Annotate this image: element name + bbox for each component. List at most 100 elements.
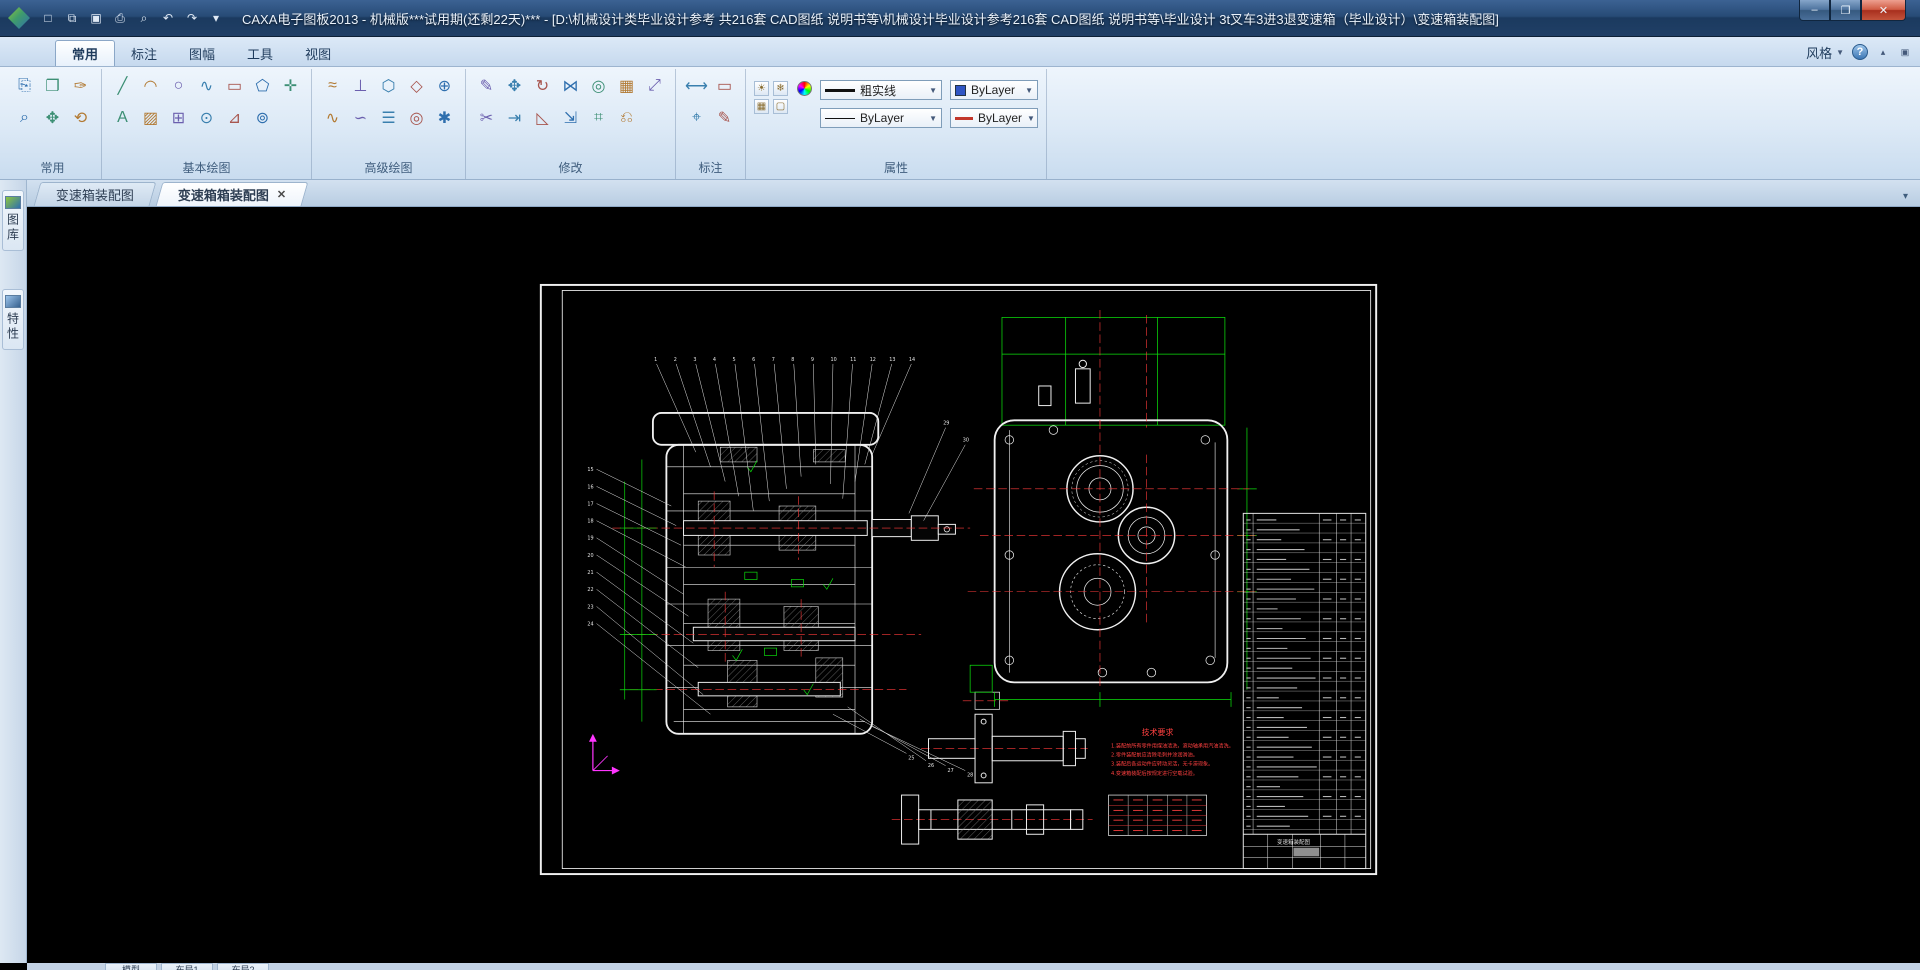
- snowflake-icon[interactable]: ❄: [773, 81, 788, 96]
- linetype-select[interactable]: 粗实线 ▼: [820, 80, 942, 100]
- print-preview-icon[interactable]: ⌕: [134, 8, 154, 28]
- stretch-icon[interactable]: ⇲: [558, 105, 583, 131]
- ribbon-tab-dimension[interactable]: 标注: [115, 40, 173, 66]
- svg-text:1: 1: [654, 357, 657, 363]
- document-tab-active[interactable]: 变速箱箱装配图 ✕: [156, 182, 309, 206]
- angle-icon[interactable]: ⊿: [222, 105, 247, 131]
- join-icon[interactable]: ⎌: [614, 105, 639, 131]
- donut-icon[interactable]: ⊚: [250, 105, 275, 131]
- minimize-ribbon-icon[interactable]: ▴: [1876, 45, 1890, 59]
- ribbon-tab-sheet[interactable]: 图幅: [173, 40, 231, 66]
- curve-fit-icon[interactable]: ∽: [348, 105, 373, 131]
- close-button[interactable]: ✕: [1861, 0, 1906, 21]
- zoom-window-icon[interactable]: ⌕: [12, 105, 37, 131]
- open-file-icon[interactable]: ⧉: [62, 8, 82, 28]
- svg-text:26: 26: [928, 763, 934, 769]
- offset-icon[interactable]: ◎: [586, 73, 611, 99]
- axis-icon[interactable]: ⊥: [348, 73, 373, 99]
- linewidth-select[interactable]: ByLayer ▼: [950, 108, 1038, 128]
- rectangle-icon[interactable]: ▭: [222, 73, 247, 99]
- center-line-icon[interactable]: ✛: [278, 73, 303, 99]
- grid-icon[interactable]: ⊞: [166, 105, 191, 131]
- sun-icon[interactable]: ☀: [754, 81, 769, 96]
- linear-dimension-icon[interactable]: ⟷: [684, 73, 709, 99]
- new-file-icon[interactable]: □: [38, 8, 58, 28]
- erase-icon[interactable]: ✎: [474, 73, 499, 99]
- pan-icon[interactable]: ✥: [40, 105, 65, 131]
- copy-icon[interactable]: ❐: [40, 73, 65, 99]
- help-icon[interactable]: ?: [1852, 44, 1868, 60]
- close-tab-icon[interactable]: ✕: [277, 188, 286, 201]
- mirror-icon[interactable]: ⋈: [558, 73, 583, 99]
- svg-text:27: 27: [947, 768, 953, 774]
- trim-icon[interactable]: ✂: [474, 105, 499, 131]
- layout1-tab[interactable]: 布局1: [161, 963, 213, 970]
- ribbon-tab-tools[interactable]: 工具: [231, 40, 289, 66]
- layout2-tab[interactable]: 布局2: [217, 963, 269, 970]
- layer-select[interactable]: ByLayer ▼: [820, 108, 942, 128]
- wave-line-icon[interactable]: ≈: [320, 73, 345, 99]
- bolt-hole-icon[interactable]: ⊕: [432, 73, 457, 99]
- save-icon[interactable]: ▣: [86, 8, 106, 28]
- format-brush-icon[interactable]: ✑: [68, 73, 93, 99]
- print-icon[interactable]: ⎙: [110, 8, 130, 28]
- maximize-button[interactable]: ❐: [1830, 0, 1861, 21]
- rings-icon[interactable]: ◎: [404, 105, 429, 131]
- rhombus-icon[interactable]: ◇: [404, 73, 429, 99]
- break-line-icon[interactable]: ∿: [320, 105, 345, 131]
- color-wheel-icon[interactable]: [797, 81, 812, 96]
- polygon-icon[interactable]: ⬠: [250, 73, 275, 99]
- color-select[interactable]: ByLayer ▼: [950, 80, 1038, 100]
- ribbon-tab-home[interactable]: 常用: [55, 40, 115, 66]
- hexagon-icon[interactable]: ⬡: [376, 73, 401, 99]
- style-dropdown[interactable]: 风格 ▼: [1806, 43, 1844, 62]
- color-value: ByLayer: [971, 83, 1015, 97]
- detail-view-shaft-1: [921, 714, 1088, 783]
- rail-tab-properties[interactable]: 特性: [2, 289, 24, 350]
- multi-line-icon[interactable]: ☰: [376, 105, 401, 131]
- svg-text:24: 24: [587, 621, 593, 627]
- extend-icon[interactable]: ⇥: [502, 105, 527, 131]
- svg-text:2: 2: [674, 357, 677, 363]
- edit-dimension-icon[interactable]: ✎: [712, 105, 737, 131]
- customize-quick-access-icon[interactable]: ▾: [206, 8, 226, 28]
- coordinate-dimension-icon[interactable]: ⌖: [684, 105, 709, 131]
- app-logo-icon[interactable]: [8, 7, 30, 29]
- grid-layer-icon[interactable]: ▦: [754, 99, 769, 114]
- document-tab[interactable]: 变速箱装配图: [34, 182, 157, 206]
- linewidth-value: ByLayer: [978, 111, 1022, 125]
- drawing-canvas[interactable]: 技术要求 1.装配前所有零件用煤油清洗，滚动轴承用汽油清洗。 2.零件装配前应清…: [27, 207, 1920, 963]
- point-icon[interactable]: ⊙: [194, 105, 219, 131]
- circle-icon[interactable]: ○: [166, 73, 191, 99]
- array-icon[interactable]: ▦: [614, 73, 639, 99]
- arc-icon[interactable]: ◠: [138, 73, 163, 99]
- line-icon[interactable]: ╱: [110, 73, 135, 99]
- ribbon-tab-view[interactable]: 视图: [289, 40, 347, 66]
- document-tab-label: 变速箱装配图: [56, 185, 134, 204]
- expand-workspace-icon[interactable]: ▣: [1898, 45, 1912, 59]
- tab-overflow-icon[interactable]: ▾: [1903, 191, 1908, 202]
- paste-icon[interactable]: ⎘: [12, 73, 37, 99]
- move-icon[interactable]: ✥: [502, 73, 527, 99]
- spline-icon[interactable]: ∿: [194, 73, 219, 99]
- text-icon[interactable]: A: [110, 105, 135, 131]
- undo-icon[interactable]: ↶: [158, 8, 178, 28]
- rail-tab-library[interactable]: 图库: [2, 190, 24, 251]
- dimension-style-icon[interactable]: ▭: [712, 73, 737, 99]
- svg-text:8: 8: [791, 357, 794, 363]
- red-line-preview: [955, 117, 973, 120]
- model-tab[interactable]: 模型: [105, 963, 157, 970]
- hatch-icon[interactable]: ▨: [138, 105, 163, 131]
- explode-icon[interactable]: ⌗: [586, 105, 611, 131]
- chamfer-icon[interactable]: ◺: [530, 105, 555, 131]
- layer-value: ByLayer: [860, 111, 904, 125]
- ribbon-group-label: 基本绘图: [110, 159, 303, 179]
- gear-icon[interactable]: ✱: [432, 105, 457, 131]
- redo-icon[interactable]: ↷: [182, 8, 202, 28]
- rotate-icon[interactable]: ↻: [530, 73, 555, 99]
- regen-icon[interactable]: ⟲: [68, 105, 93, 131]
- blank-layer-icon[interactable]: ▢: [773, 99, 788, 114]
- rail-tab-label: 特性: [5, 312, 22, 342]
- scale-icon[interactable]: ⤢: [642, 73, 667, 99]
- minimize-button[interactable]: –: [1799, 0, 1830, 21]
